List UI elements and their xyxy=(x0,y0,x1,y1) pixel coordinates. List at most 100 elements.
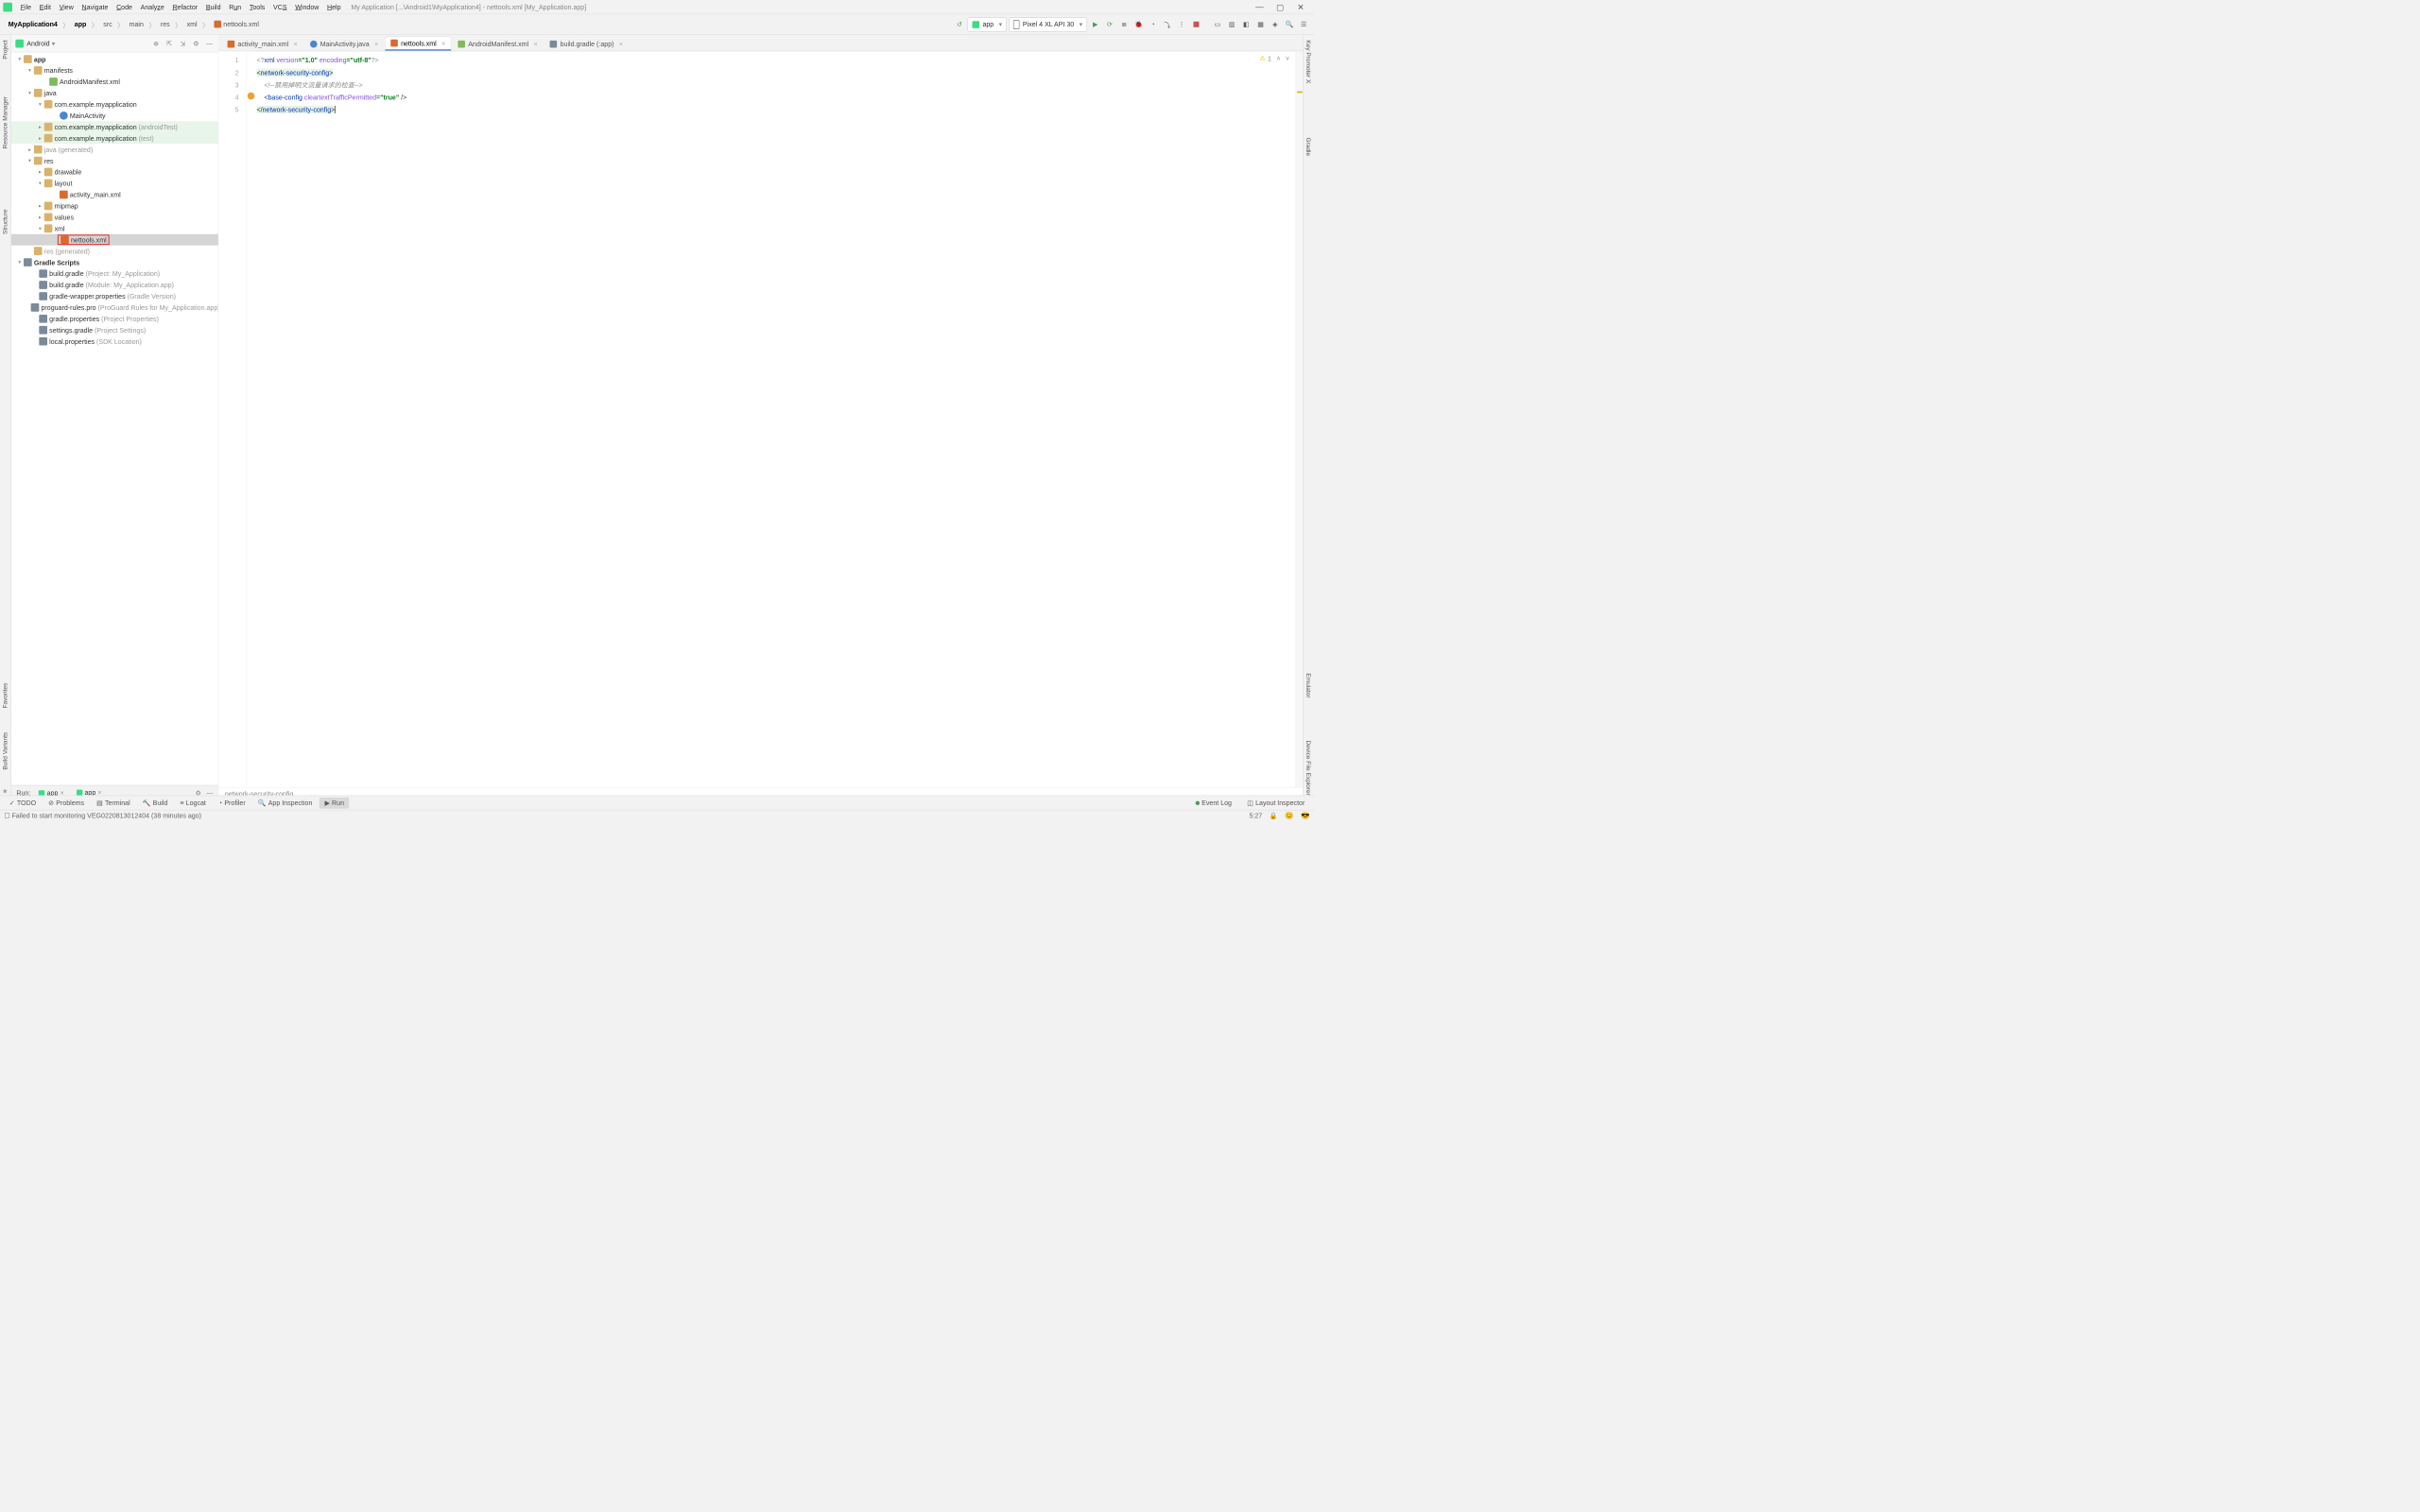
menu-build[interactable]: Build xyxy=(201,3,224,10)
toolwindow-run[interactable]: ▶ Run xyxy=(320,798,349,809)
avd-manager-button[interactable]: ▭ xyxy=(1211,18,1223,30)
layout-inspector-button[interactable]: ▦ xyxy=(1254,18,1267,30)
run-button[interactable]: ▶ xyxy=(1089,18,1101,30)
tab-main-activity[interactable]: MainActivity.java× xyxy=(304,37,384,51)
resource-manager-button[interactable]: ◧ xyxy=(1240,18,1253,30)
tree-settings-gradle[interactable]: settings.gradle xyxy=(49,326,93,334)
toolwindow-structure[interactable]: Structure xyxy=(2,210,9,234)
menu-run[interactable]: Run xyxy=(225,3,246,10)
code-area[interactable]: <?xml version="1.0" encoding="utf-8"?> <… xyxy=(257,51,1304,787)
chevron-up-icon[interactable]: ˄ xyxy=(1276,55,1280,62)
tree-gradle-properties[interactable]: gradle.properties xyxy=(49,315,99,322)
run-config-dropdown[interactable]: app▾ xyxy=(968,17,1007,31)
crumb-file[interactable]: nettools.xml xyxy=(210,19,263,29)
toolwindow-project[interactable]: Project xyxy=(2,40,9,59)
tree-gradle-scripts[interactable]: Gradle Scripts xyxy=(34,258,79,266)
more-run-button[interactable]: ⋮ xyxy=(1175,18,1187,30)
tab-activity-main[interactable]: activity_main.xml× xyxy=(222,37,303,51)
favorites-star-icon[interactable]: ★ xyxy=(2,787,8,796)
tree-android-manifest[interactable]: AndroidManifest.xml xyxy=(60,77,120,85)
close-icon[interactable]: × xyxy=(534,40,538,47)
intention-bulb-icon[interactable] xyxy=(248,93,255,100)
close-icon[interactable]: × xyxy=(294,40,298,47)
status-icon[interactable]: ☐ xyxy=(4,812,9,820)
close-icon[interactable]: × xyxy=(619,40,623,47)
toolwindow-layout-inspector[interactable]: ◫ Layout Inspector xyxy=(1242,798,1310,809)
inspection-widget[interactable]: ⚠1˄˅ xyxy=(1259,55,1289,63)
locate-file-icon[interactable]: ⊕ xyxy=(151,40,161,48)
tree-mipmap[interactable]: mipmap xyxy=(55,202,78,210)
attach-debugger-button[interactable]: ⤵ xyxy=(1161,18,1173,30)
menu-window[interactable]: Window xyxy=(291,3,323,10)
tree-main-activity[interactable]: MainActivity xyxy=(70,112,106,119)
coverage-button[interactable]: ≣ xyxy=(1118,18,1131,30)
tree-activity-main-xml[interactable]: activity_main.xml xyxy=(70,191,121,198)
menu-vcs[interactable]: VCS xyxy=(269,3,291,10)
toolwindow-profiler[interactable]: ◔ Profiler xyxy=(213,798,251,808)
toolwindow-build-variants[interactable]: Build Variants xyxy=(2,732,9,770)
menu-code[interactable]: Code xyxy=(112,3,137,10)
settings-button[interactable]: ☰ xyxy=(1298,18,1310,30)
apply-changes-button[interactable]: ⟳ xyxy=(1103,18,1115,30)
toolwindow-todo[interactable]: ✓ TODO xyxy=(4,798,41,809)
toolwindow-problems[interactable]: ⊘ Problems xyxy=(43,798,90,809)
debug-button[interactable]: 🐞 xyxy=(1132,18,1145,30)
caret-position[interactable]: 5:27 xyxy=(1249,812,1262,819)
tree-values[interactable]: values xyxy=(55,214,74,221)
toolwindow-terminal[interactable]: ▤ Terminal xyxy=(92,798,135,809)
code-editor[interactable]: 12345 <?xml version="1.0" encoding="utf-… xyxy=(218,51,1303,787)
maximize-button[interactable]: ▢ xyxy=(1270,2,1290,12)
sdk-manager-button[interactable]: ▥ xyxy=(1226,18,1238,30)
menu-navigate[interactable]: Navigate xyxy=(78,3,112,10)
crumb-root[interactable]: MyApplication4 xyxy=(4,19,61,29)
menu-tools[interactable]: Tools xyxy=(246,3,269,10)
tree-gradle-wrapper[interactable]: gradle-wrapper.properties xyxy=(49,292,125,300)
tree-local-properties[interactable]: local.properties xyxy=(49,337,95,345)
tree-xml-folder[interactable]: xml xyxy=(55,225,65,232)
toolwindow-app-inspection[interactable]: 🔍 App Inspection xyxy=(252,798,318,809)
tree-build-gradle-module[interactable]: build.gradle xyxy=(49,281,83,288)
lock-icon[interactable]: 🔒 xyxy=(1270,812,1278,820)
hide-icon[interactable]: — xyxy=(205,40,215,48)
crumb-src[interactable]: src xyxy=(99,19,116,29)
crumb-app[interactable]: app xyxy=(70,19,90,29)
toolwindow-resource-manager[interactable]: Resource Manager xyxy=(2,96,9,148)
menu-file[interactable]: File xyxy=(16,3,35,10)
tree-pkg-main[interactable]: com.example.myapplication xyxy=(55,100,137,108)
profile-button[interactable]: ◔ xyxy=(1147,18,1159,30)
menu-help[interactable]: Help xyxy=(323,3,345,10)
tree-drawable[interactable]: drawable xyxy=(55,168,82,176)
menu-analyze[interactable]: Analyze xyxy=(136,3,168,10)
sync-gradle-icon[interactable]: ↺ xyxy=(953,18,965,30)
app-quality-button[interactable]: ◈ xyxy=(1269,18,1281,30)
crumb-main[interactable]: main xyxy=(125,19,147,29)
collapse-all-icon[interactable]: ⇲ xyxy=(178,40,187,48)
menu-edit[interactable]: Edit xyxy=(35,3,55,10)
tree-nettools-xml[interactable]: nettools.xml xyxy=(11,234,218,246)
search-everywhere-button[interactable]: 🔍 xyxy=(1284,18,1296,30)
tree-manifests[interactable]: manifests xyxy=(44,66,73,74)
minimize-button[interactable]: — xyxy=(1250,2,1270,11)
device-dropdown[interactable]: Pixel 4 XL API 30▾ xyxy=(1009,17,1087,31)
tree-proguard[interactable]: proguard-rules.pro xyxy=(41,303,95,311)
crumb-xml[interactable]: xml xyxy=(182,19,201,29)
tree-res-gen[interactable]: res xyxy=(44,247,54,254)
tree-build-gradle-project[interactable]: build.gradle xyxy=(49,269,83,277)
toolwindow-event-log[interactable]: Event Log xyxy=(1190,798,1236,809)
tree-java-gen[interactable]: java xyxy=(44,146,57,153)
toolwindow-logcat[interactable]: ≡ Logcat xyxy=(175,798,211,808)
close-button[interactable]: ✕ xyxy=(1290,2,1311,12)
tab-build-gradle[interactable]: build.gradle (:app)× xyxy=(544,37,629,51)
project-tree[interactable]: ▾app ▾manifests AndroidManifest.xml ▾jav… xyxy=(11,52,218,784)
tree-app[interactable]: app xyxy=(34,55,46,62)
toolwindow-key-promoter[interactable]: Key Promoter X xyxy=(1305,40,1312,83)
stop-button[interactable] xyxy=(1190,18,1202,30)
tree-layout[interactable]: layout xyxy=(55,180,73,187)
toolwindow-build[interactable]: 🔨 Build xyxy=(137,798,173,809)
expand-all-icon[interactable]: ⇱ xyxy=(164,40,174,48)
chevron-down-icon[interactable]: ˅ xyxy=(1286,55,1289,62)
menu-view[interactable]: View xyxy=(55,3,78,10)
close-icon[interactable]: × xyxy=(441,40,445,47)
toolwindow-emulator[interactable]: Emulator xyxy=(1305,673,1312,697)
tab-android-manifest[interactable]: AndroidManifest.xml× xyxy=(452,37,543,51)
